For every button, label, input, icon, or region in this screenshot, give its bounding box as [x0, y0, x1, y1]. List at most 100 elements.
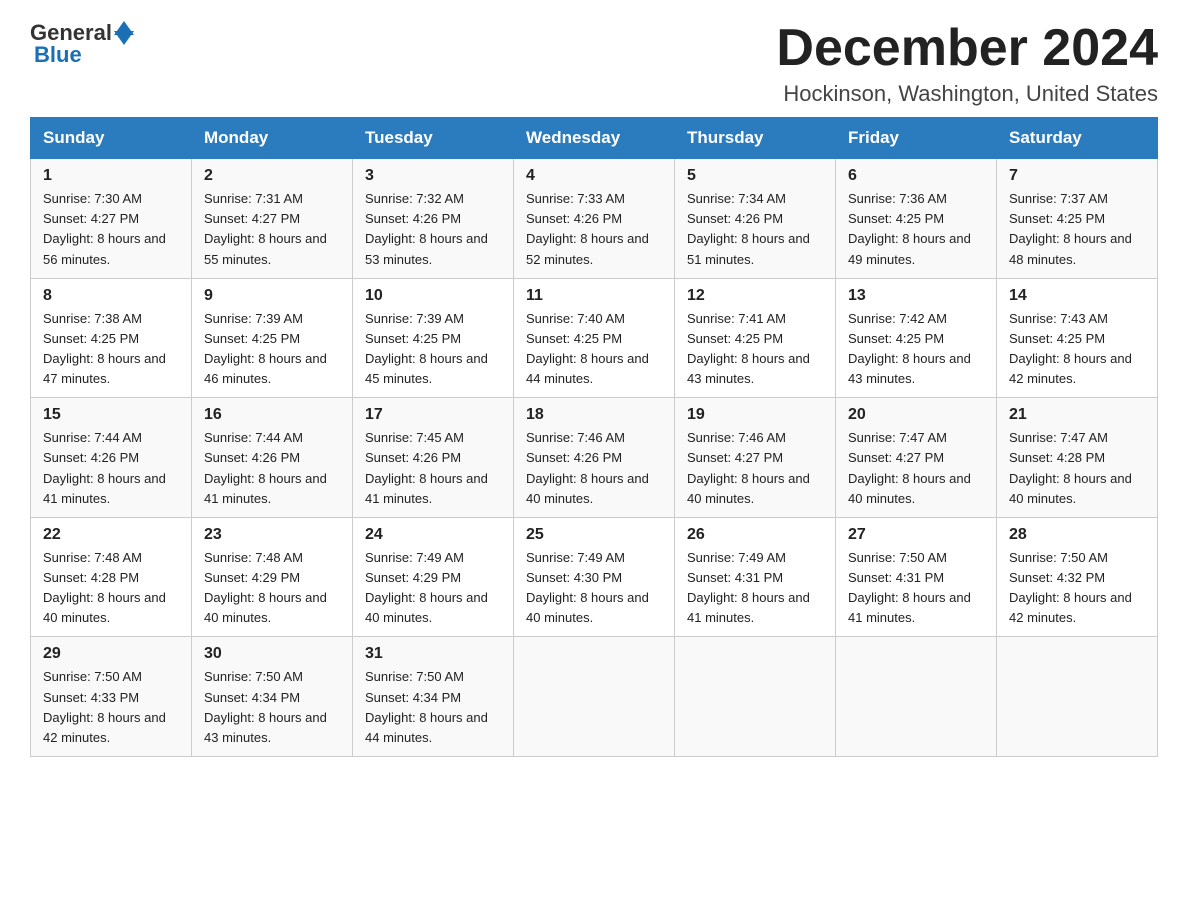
day-number: 29 [43, 645, 179, 663]
day-info: Sunrise: 7:44 AMSunset: 4:26 PMDaylight:… [43, 430, 166, 505]
day-info: Sunrise: 7:50 AMSunset: 4:34 PMDaylight:… [365, 669, 488, 744]
day-number: 31 [365, 645, 501, 663]
day-cell: 23 Sunrise: 7:48 AMSunset: 4:29 PMDaylig… [192, 517, 353, 637]
day-number: 23 [204, 526, 340, 544]
day-cell: 31 Sunrise: 7:50 AMSunset: 4:34 PMDaylig… [353, 637, 514, 757]
day-number: 12 [687, 287, 823, 305]
day-number: 26 [687, 526, 823, 544]
month-title: December 2024 [776, 20, 1158, 77]
page-header: General Blue December 2024 Hockinson, Wa… [30, 20, 1158, 107]
day-number: 11 [526, 287, 662, 305]
day-cell: 30 Sunrise: 7:50 AMSunset: 4:34 PMDaylig… [192, 637, 353, 757]
day-info: Sunrise: 7:44 AMSunset: 4:26 PMDaylight:… [204, 430, 327, 505]
day-cell [836, 637, 997, 757]
day-number: 9 [204, 287, 340, 305]
day-info: Sunrise: 7:37 AMSunset: 4:25 PMDaylight:… [1009, 191, 1132, 266]
day-number: 18 [526, 406, 662, 424]
week-row-3: 15 Sunrise: 7:44 AMSunset: 4:26 PMDaylig… [31, 398, 1158, 518]
day-cell: 12 Sunrise: 7:41 AMSunset: 4:25 PMDaylig… [675, 278, 836, 398]
day-info: Sunrise: 7:38 AMSunset: 4:25 PMDaylight:… [43, 311, 166, 386]
day-info: Sunrise: 7:49 AMSunset: 4:30 PMDaylight:… [526, 550, 649, 625]
day-info: Sunrise: 7:41 AMSunset: 4:25 PMDaylight:… [687, 311, 810, 386]
day-number: 20 [848, 406, 984, 424]
day-cell: 6 Sunrise: 7:36 AMSunset: 4:25 PMDayligh… [836, 159, 997, 279]
day-number: 1 [43, 167, 179, 185]
day-info: Sunrise: 7:43 AMSunset: 4:25 PMDaylight:… [1009, 311, 1132, 386]
day-info: Sunrise: 7:46 AMSunset: 4:27 PMDaylight:… [687, 430, 810, 505]
day-cell [514, 637, 675, 757]
col-header-friday: Friday [836, 118, 997, 159]
day-number: 2 [204, 167, 340, 185]
day-cell: 11 Sunrise: 7:40 AMSunset: 4:25 PMDaylig… [514, 278, 675, 398]
col-header-sunday: Sunday [31, 118, 192, 159]
day-number: 15 [43, 406, 179, 424]
day-info: Sunrise: 7:39 AMSunset: 4:25 PMDaylight:… [204, 311, 327, 386]
day-cell: 17 Sunrise: 7:45 AMSunset: 4:26 PMDaylig… [353, 398, 514, 518]
day-cell: 15 Sunrise: 7:44 AMSunset: 4:26 PMDaylig… [31, 398, 192, 518]
day-cell: 13 Sunrise: 7:42 AMSunset: 4:25 PMDaylig… [836, 278, 997, 398]
week-row-2: 8 Sunrise: 7:38 AMSunset: 4:25 PMDayligh… [31, 278, 1158, 398]
day-number: 21 [1009, 406, 1145, 424]
col-header-saturday: Saturday [997, 118, 1158, 159]
calendar-header: SundayMondayTuesdayWednesdayThursdayFrid… [31, 118, 1158, 159]
day-number: 19 [687, 406, 823, 424]
day-number: 6 [848, 167, 984, 185]
day-number: 8 [43, 287, 179, 305]
col-header-monday: Monday [192, 118, 353, 159]
day-info: Sunrise: 7:50 AMSunset: 4:33 PMDaylight:… [43, 669, 166, 744]
day-info: Sunrise: 7:49 AMSunset: 4:31 PMDaylight:… [687, 550, 810, 625]
day-number: 10 [365, 287, 501, 305]
day-number: 3 [365, 167, 501, 185]
day-cell: 20 Sunrise: 7:47 AMSunset: 4:27 PMDaylig… [836, 398, 997, 518]
day-number: 24 [365, 526, 501, 544]
day-cell: 3 Sunrise: 7:32 AMSunset: 4:26 PMDayligh… [353, 159, 514, 279]
day-cell: 5 Sunrise: 7:34 AMSunset: 4:26 PMDayligh… [675, 159, 836, 279]
logo: General Blue [30, 20, 134, 68]
day-cell: 25 Sunrise: 7:49 AMSunset: 4:30 PMDaylig… [514, 517, 675, 637]
day-number: 27 [848, 526, 984, 544]
logo-blue-text: Blue [34, 42, 82, 68]
day-number: 28 [1009, 526, 1145, 544]
day-cell: 8 Sunrise: 7:38 AMSunset: 4:25 PMDayligh… [31, 278, 192, 398]
day-number: 25 [526, 526, 662, 544]
week-row-1: 1 Sunrise: 7:30 AMSunset: 4:27 PMDayligh… [31, 159, 1158, 279]
day-info: Sunrise: 7:46 AMSunset: 4:26 PMDaylight:… [526, 430, 649, 505]
day-info: Sunrise: 7:32 AMSunset: 4:26 PMDaylight:… [365, 191, 488, 266]
day-cell: 7 Sunrise: 7:37 AMSunset: 4:25 PMDayligh… [997, 159, 1158, 279]
day-cell: 21 Sunrise: 7:47 AMSunset: 4:28 PMDaylig… [997, 398, 1158, 518]
day-cell: 18 Sunrise: 7:46 AMSunset: 4:26 PMDaylig… [514, 398, 675, 518]
day-cell: 28 Sunrise: 7:50 AMSunset: 4:32 PMDaylig… [997, 517, 1158, 637]
day-number: 13 [848, 287, 984, 305]
day-info: Sunrise: 7:33 AMSunset: 4:26 PMDaylight:… [526, 191, 649, 266]
day-cell: 2 Sunrise: 7:31 AMSunset: 4:27 PMDayligh… [192, 159, 353, 279]
week-row-5: 29 Sunrise: 7:50 AMSunset: 4:33 PMDaylig… [31, 637, 1158, 757]
day-info: Sunrise: 7:36 AMSunset: 4:25 PMDaylight:… [848, 191, 971, 266]
day-info: Sunrise: 7:50 AMSunset: 4:34 PMDaylight:… [204, 669, 327, 744]
day-cell: 9 Sunrise: 7:39 AMSunset: 4:25 PMDayligh… [192, 278, 353, 398]
day-cell: 26 Sunrise: 7:49 AMSunset: 4:31 PMDaylig… [675, 517, 836, 637]
day-info: Sunrise: 7:49 AMSunset: 4:29 PMDaylight:… [365, 550, 488, 625]
day-info: Sunrise: 7:40 AMSunset: 4:25 PMDaylight:… [526, 311, 649, 386]
day-info: Sunrise: 7:31 AMSunset: 4:27 PMDaylight:… [204, 191, 327, 266]
day-info: Sunrise: 7:47 AMSunset: 4:28 PMDaylight:… [1009, 430, 1132, 505]
day-info: Sunrise: 7:48 AMSunset: 4:29 PMDaylight:… [204, 550, 327, 625]
day-cell: 29 Sunrise: 7:50 AMSunset: 4:33 PMDaylig… [31, 637, 192, 757]
calendar-body: 1 Sunrise: 7:30 AMSunset: 4:27 PMDayligh… [31, 159, 1158, 757]
day-info: Sunrise: 7:48 AMSunset: 4:28 PMDaylight:… [43, 550, 166, 625]
day-number: 14 [1009, 287, 1145, 305]
col-header-tuesday: Tuesday [353, 118, 514, 159]
day-number: 17 [365, 406, 501, 424]
day-cell: 4 Sunrise: 7:33 AMSunset: 4:26 PMDayligh… [514, 159, 675, 279]
week-row-4: 22 Sunrise: 7:48 AMSunset: 4:28 PMDaylig… [31, 517, 1158, 637]
day-cell: 22 Sunrise: 7:48 AMSunset: 4:28 PMDaylig… [31, 517, 192, 637]
day-cell [997, 637, 1158, 757]
title-block: December 2024 Hockinson, Washington, Uni… [776, 20, 1158, 107]
day-number: 4 [526, 167, 662, 185]
calendar-table: SundayMondayTuesdayWednesdayThursdayFrid… [30, 117, 1158, 757]
day-info: Sunrise: 7:42 AMSunset: 4:25 PMDaylight:… [848, 311, 971, 386]
day-info: Sunrise: 7:45 AMSunset: 4:26 PMDaylight:… [365, 430, 488, 505]
day-cell [675, 637, 836, 757]
day-cell: 27 Sunrise: 7:50 AMSunset: 4:31 PMDaylig… [836, 517, 997, 637]
day-info: Sunrise: 7:39 AMSunset: 4:25 PMDaylight:… [365, 311, 488, 386]
day-number: 7 [1009, 167, 1145, 185]
